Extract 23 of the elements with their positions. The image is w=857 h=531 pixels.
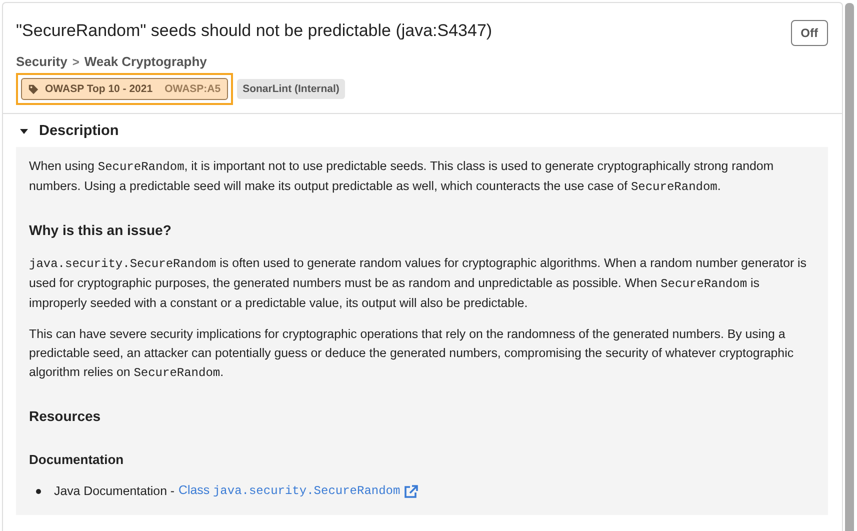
- tag-label: OWASP Top 10 - 2021: [45, 83, 153, 95]
- chevron-icon: >: [72, 54, 80, 68]
- tag-code: OWASP:A5: [164, 83, 221, 95]
- subheading: Resources: [29, 407, 102, 426]
- tag[interactable]: OWASP Top 10 - 2021 OWASP:A5: [16, 73, 233, 105]
- list-item-text: Java Documentation -: [54, 482, 175, 500]
- section-heading: Description: [39, 123, 119, 139]
- paragraph: When using SecureRandom, it is important not to use predictable seeds. This class is used to generate cryptographically strong random numbers. Using a predictable seed will make its output predictable as well, which counteracts the use case of SecureRandom.: [29, 158, 775, 196]
- toggle-button[interactable]: Off: [790, 20, 828, 46]
- breadcrumb-item: Weak Cryptography: [84, 54, 207, 69]
- tag-icon: [28, 84, 39, 94]
- breadcrumb-item: Security: [16, 54, 68, 69]
- tag[interactable]: SonarLint (Internal): [236, 79, 346, 99]
- section-toggle[interactable]: Description: [16, 114, 828, 147]
- subheading: Documentation: [29, 451, 125, 469]
- bullet-icon: [36, 488, 41, 494]
- scrollbar[interactable]: [845, 3, 854, 531]
- subheading: Why is this an issue?: [29, 221, 172, 240]
- paragraph: java.security.SecureRandom is often used to generate random values for cryptographic algorithms. When a random number generator is used for cryptographic purposes, the generated numbers must be as random and unpredictable as possible. When SecureRandom is improperly seeded with a constant or a predictable value, its output will also be predictable.: [29, 255, 808, 312]
- documentation-link[interactable]: Class java.security.SecureRandom: [178, 481, 400, 501]
- paragraph: This can have severe security implications for cryptographic operations that rely on the randomness of the generated numbers. By using a predictable seed, an attacker can potentially guess or deduce the generated numbers, compromising the security of whatever cryptographic algorithm relies on SecureRandom.: [29, 326, 795, 382]
- rule-title: "SecureRandom" seeds should not be predictable (java:S4347): [16, 21, 492, 41]
- external-link-icon: [404, 484, 418, 498]
